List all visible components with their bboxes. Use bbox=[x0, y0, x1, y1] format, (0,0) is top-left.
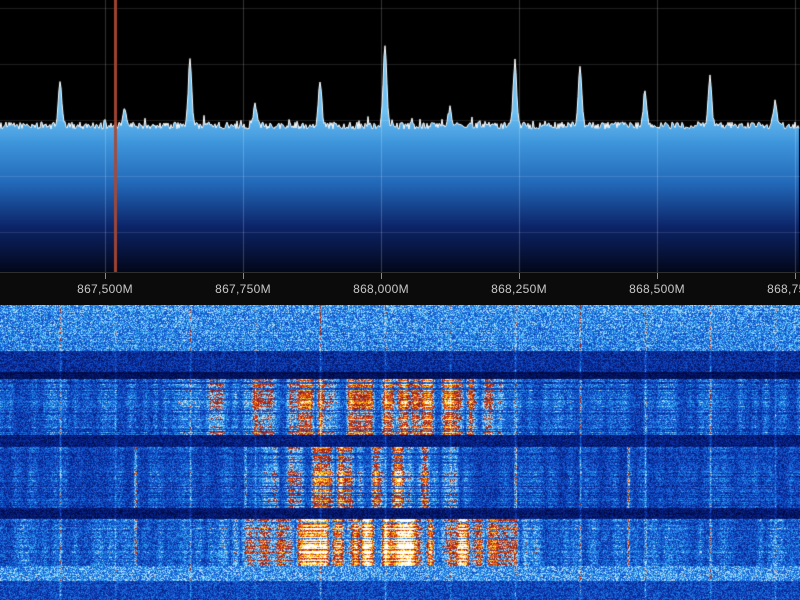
freq-label: 868,750M bbox=[767, 282, 800, 296]
waterfall-canvas[interactable] bbox=[0, 305, 800, 600]
freq-label: 867,500M bbox=[77, 282, 133, 296]
freq-tick bbox=[519, 273, 520, 279]
frequency-axis[interactable]: 867,500M 867,750M 868,000M 868,250M 868,500M… bbox=[0, 272, 800, 305]
freq-label: 868,000M bbox=[353, 282, 409, 296]
freq-label: 867,750M bbox=[215, 282, 271, 296]
waterfall-panel[interactable] bbox=[0, 305, 800, 600]
freq-label: 868,250M bbox=[491, 282, 547, 296]
freq-tick bbox=[381, 273, 382, 279]
freq-tick bbox=[795, 273, 796, 279]
spectrum-panel[interactable] bbox=[0, 0, 800, 272]
freq-tick bbox=[657, 273, 658, 279]
freq-tick bbox=[243, 273, 244, 279]
freq-tick bbox=[105, 273, 106, 279]
spectrum-canvas[interactable] bbox=[0, 0, 800, 272]
freq-label: 868,500M bbox=[629, 282, 685, 296]
sdr-display: 867,500M 867,750M 868,000M 868,250M 868,500M… bbox=[0, 0, 800, 600]
